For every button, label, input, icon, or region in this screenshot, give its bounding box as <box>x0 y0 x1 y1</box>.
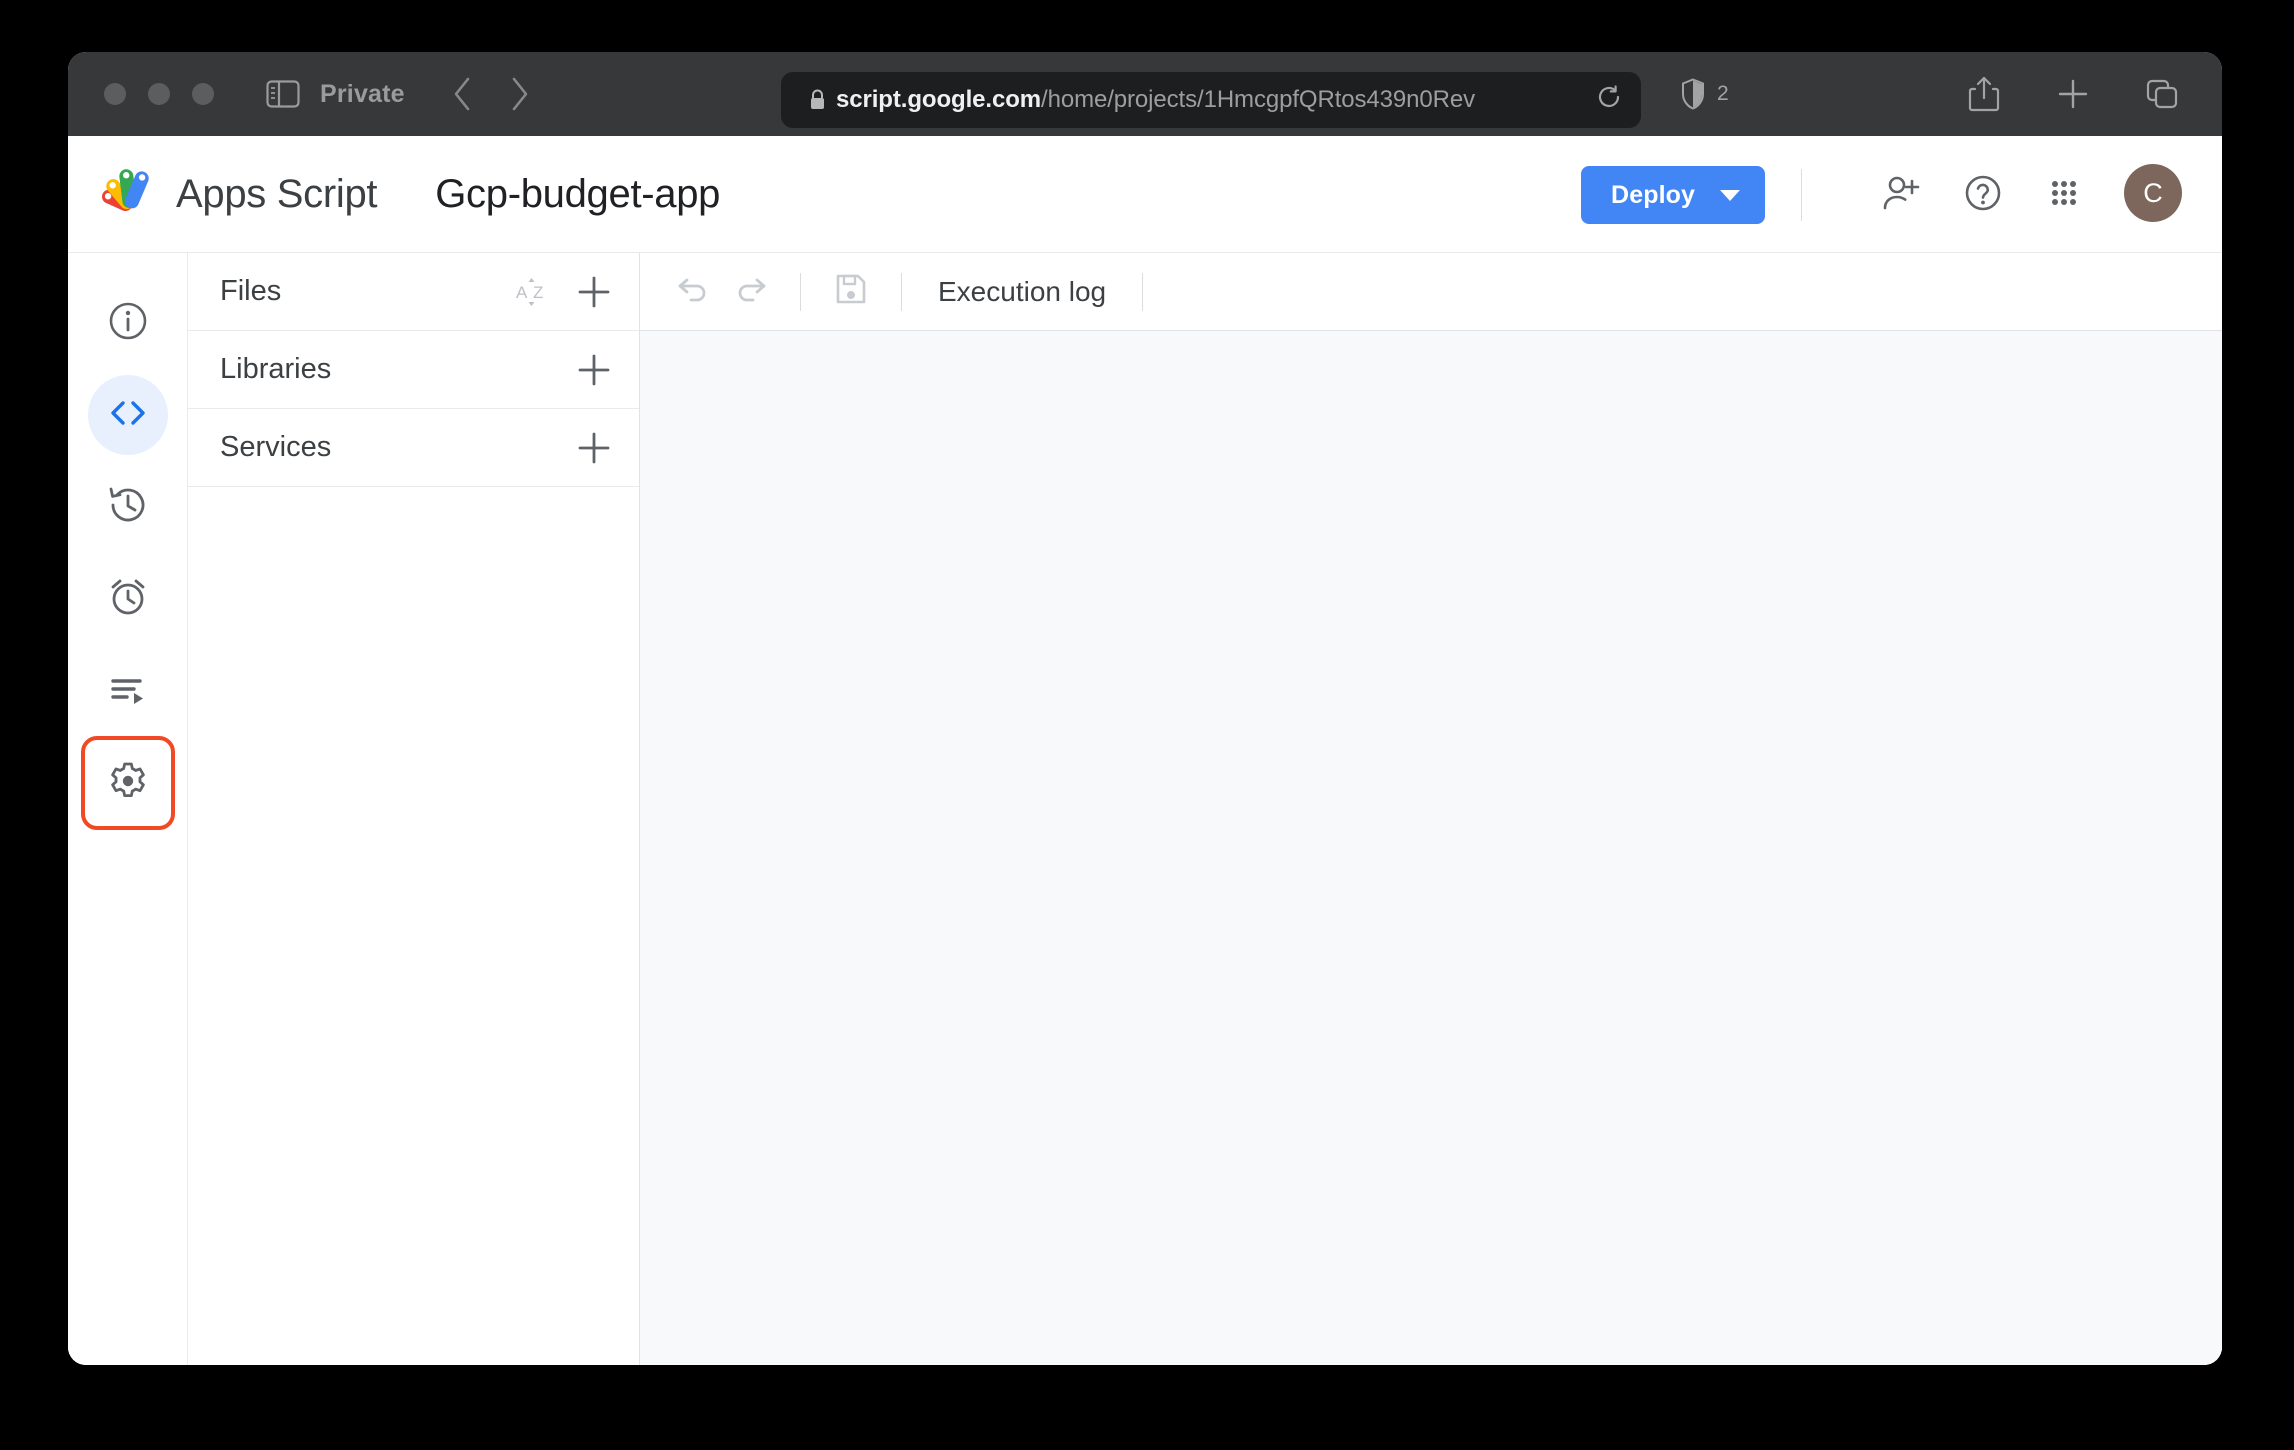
browser-titlebar: Private s <box>68 52 2222 136</box>
editor-canvas[interactable] <box>640 331 2222 1365</box>
avatar[interactable]: C <box>2124 164 2182 222</box>
editor-toolbar: Execution log <box>640 253 2222 331</box>
share-icon[interactable] <box>1968 76 2000 112</box>
execution-log-button[interactable]: Execution log <box>924 276 1120 308</box>
apps-script-logo <box>102 166 158 222</box>
sidebar-item-overview[interactable] <box>88 283 168 363</box>
add-service-button[interactable] <box>575 429 613 467</box>
sidebar-item-editor[interactable] <box>88 375 168 455</box>
private-browsing-label: Private <box>320 80 405 109</box>
executions-list-icon <box>106 667 150 716</box>
tab-overview-icon[interactable] <box>2146 76 2178 112</box>
history-clock-icon <box>106 483 150 532</box>
page-title: Gcp-budget-app <box>435 172 720 217</box>
redo-button[interactable] <box>722 264 778 320</box>
product-name: Apps Script <box>176 172 377 217</box>
add-person-icon[interactable] <box>1881 172 1923 214</box>
header-divider <box>1801 169 1802 221</box>
tracker-count: 2 <box>1717 82 1729 106</box>
services-section-label: Services <box>220 431 575 464</box>
reload-icon[interactable] <box>1597 85 1623 115</box>
browser-window: Private s <box>68 52 2222 1365</box>
files-section-label: Files <box>220 275 513 308</box>
maximize-window-button[interactable] <box>192 83 214 105</box>
new-tab-plus-icon[interactable] <box>2057 76 2089 112</box>
services-section-row[interactable]: Services <box>188 409 639 487</box>
back-chevron-icon[interactable] <box>451 77 473 111</box>
minimize-window-button[interactable] <box>148 83 170 105</box>
url-path: /home/projects/1HmcgpfQRtos439n0Rev <box>1041 86 1475 113</box>
alarm-clock-icon <box>106 575 150 624</box>
sidebar-item-project-settings[interactable] <box>88 743 168 823</box>
svg-text:Z: Z <box>533 283 543 302</box>
help-circle-icon[interactable] <box>1962 172 2004 214</box>
toolbar-divider <box>1142 273 1143 311</box>
info-circle-icon <box>106 299 150 348</box>
close-window-button[interactable] <box>104 83 126 105</box>
redo-icon <box>731 270 769 313</box>
deploy-button[interactable]: Deploy <box>1581 166 1765 224</box>
save-button[interactable] <box>823 264 879 320</box>
app-body: Files A Z <box>68 253 2222 1365</box>
undo-icon <box>675 270 713 313</box>
toolbar-divider <box>901 273 902 311</box>
sidebar-toggle-icon[interactable] <box>266 80 300 108</box>
libraries-section-label: Libraries <box>220 353 575 386</box>
files-section-row[interactable]: Files A Z <box>188 253 639 331</box>
toolbar-divider <box>800 273 801 311</box>
privacy-report-button[interactable]: 2 <box>1681 78 1729 110</box>
add-file-button[interactable] <box>575 273 613 311</box>
sidebar-item-triggers-history[interactable] <box>88 467 168 547</box>
shield-icon <box>1681 78 1705 110</box>
save-floppy-icon <box>832 270 870 313</box>
apps-grid-icon[interactable] <box>2043 172 2085 214</box>
sidebar-item-executions[interactable] <box>88 651 168 731</box>
url-host: script.google.com <box>836 86 1041 113</box>
window-traffic-lights <box>104 83 214 105</box>
editor-area: Execution log <box>640 253 2222 1365</box>
add-library-button[interactable] <box>575 351 613 389</box>
sidebar-item-triggers[interactable] <box>88 559 168 639</box>
svg-text:A: A <box>516 283 528 302</box>
deploy-button-label: Deploy <box>1611 181 1695 210</box>
sort-az-icon[interactable]: A Z <box>513 273 551 311</box>
files-panel: Files A Z <box>188 253 640 1365</box>
left-icon-rail <box>68 253 188 1365</box>
app-header: Apps Script Gcp-budget-app Deploy <box>68 136 2222 253</box>
address-bar-text: script.google.com/home/projects/1HmcgpfQ… <box>836 86 1587 114</box>
lock-icon <box>809 89 826 111</box>
gear-icon <box>106 759 150 808</box>
address-bar[interactable]: script.google.com/home/projects/1HmcgpfQ… <box>781 72 1641 128</box>
undo-button[interactable] <box>666 264 722 320</box>
code-brackets-icon <box>106 391 150 440</box>
forward-chevron-icon[interactable] <box>509 77 531 111</box>
libraries-section-row[interactable]: Libraries <box>188 331 639 409</box>
chevron-down-icon <box>1719 189 1741 202</box>
